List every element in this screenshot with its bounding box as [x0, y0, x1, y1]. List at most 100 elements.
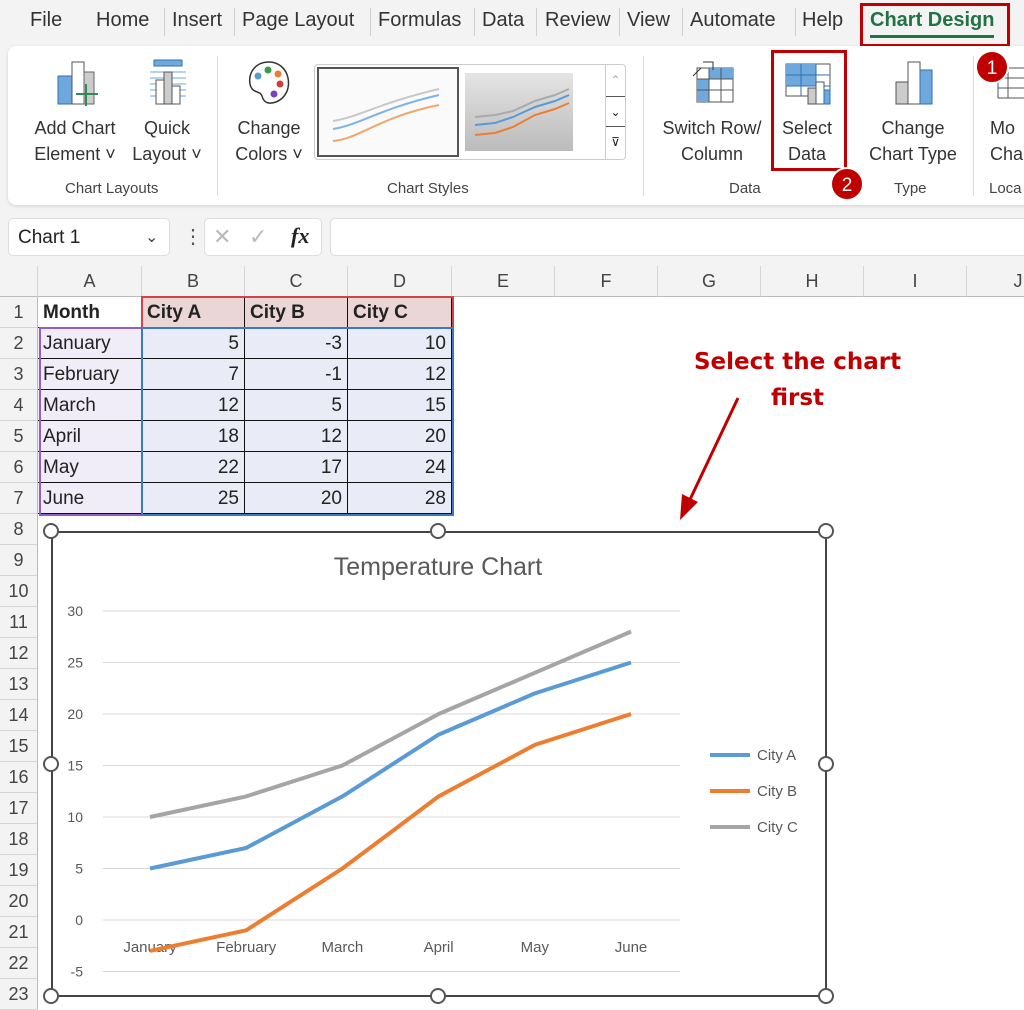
row-header-4[interactable]: 4	[0, 390, 38, 421]
switch-row-column-button[interactable]: Switch Row/ Column	[656, 58, 768, 167]
column-header-J[interactable]: J	[967, 266, 1024, 297]
tab-view[interactable]: View	[627, 9, 670, 32]
tab-page-layout[interactable]: Page Layout	[242, 9, 354, 32]
row-header-5[interactable]: 5	[0, 421, 38, 452]
select-all-corner[interactable]	[0, 266, 38, 297]
annotation-arrow-icon	[660, 390, 760, 530]
y-tick-label: 5	[75, 861, 83, 877]
tab-home[interactable]: Home	[96, 9, 149, 32]
resize-handle[interactable]	[818, 523, 834, 539]
group-label-chart-styles: Chart Styles	[387, 180, 469, 197]
row-header-20[interactable]: 20	[0, 886, 38, 917]
enter-icon[interactable]: ✓	[249, 224, 267, 250]
scroll-down-icon[interactable]: ⌄	[606, 96, 625, 127]
y-tick-label: -5	[71, 964, 84, 980]
quick-layout-button[interactable]: Quick Layout ˅	[132, 58, 202, 167]
column-header-A[interactable]: A	[38, 266, 142, 297]
tab-insert[interactable]: Insert	[172, 9, 222, 32]
tab-help[interactable]: Help	[802, 9, 843, 32]
header-cell[interactable]: Month	[38, 297, 142, 328]
column-header-F[interactable]: F	[555, 266, 658, 297]
resize-handle[interactable]	[818, 988, 834, 1004]
formula-input[interactable]	[330, 218, 1024, 256]
tab-file[interactable]: File	[30, 9, 62, 32]
range-highlight-values	[141, 327, 454, 516]
column-header-E[interactable]: E	[452, 266, 555, 297]
more-options-icon[interactable]: ⋮	[183, 224, 203, 249]
group-label-data: Data	[729, 180, 761, 197]
x-tick-label: April	[424, 939, 454, 956]
tab-automate[interactable]: Automate	[690, 9, 776, 32]
y-tick-label: 30	[67, 603, 83, 619]
row-header-16[interactable]: 16	[0, 762, 38, 793]
row-header-1[interactable]: 1	[0, 297, 38, 328]
column-header-H[interactable]: H	[761, 266, 864, 297]
y-tick-label: 25	[67, 655, 83, 671]
row-header-10[interactable]: 10	[0, 576, 38, 607]
row-header-14[interactable]: 14	[0, 700, 38, 731]
row-header-23[interactable]: 23	[0, 979, 38, 1010]
column-header-D[interactable]: D	[348, 266, 452, 297]
y-tick-label: 20	[67, 706, 83, 722]
chart-plot: -5051015202530JanuaryFebruaryMarchAprilM…	[53, 533, 825, 995]
change-chart-type-icon	[888, 58, 938, 108]
row-header-7[interactable]: 7	[0, 483, 38, 514]
y-tick-label: 15	[67, 758, 83, 774]
legend-label[interactable]: City B	[757, 783, 797, 800]
cancel-icon[interactable]: ✕	[213, 224, 231, 250]
add-chart-element-button[interactable]: Add Chart Element ˅	[26, 58, 124, 167]
highlight-box-select-data	[771, 50, 847, 171]
series-line-city-b[interactable]	[150, 714, 631, 951]
insert-function-icon[interactable]: fx	[291, 223, 309, 249]
chart-style-1-thumbnail[interactable]	[317, 67, 459, 157]
row-header-12[interactable]: 12	[0, 638, 38, 669]
row-header-6[interactable]: 6	[0, 452, 38, 483]
resize-handle[interactable]	[430, 523, 446, 539]
series-line-city-c[interactable]	[150, 632, 631, 817]
row-header-9[interactable]: 9	[0, 545, 38, 576]
row-header-8[interactable]: 8	[0, 514, 38, 545]
column-header-B[interactable]: B	[142, 266, 245, 297]
resize-handle[interactable]	[43, 523, 59, 539]
group-label-location: Loca	[989, 180, 1022, 197]
x-tick-label: May	[521, 939, 550, 956]
row-header-2[interactable]: 2	[0, 328, 38, 359]
row-header-3[interactable]: 3	[0, 359, 38, 390]
row-header-11[interactable]: 11	[0, 607, 38, 638]
name-box[interactable]: Chart 1 ⌄	[8, 218, 170, 256]
resize-handle[interactable]	[818, 756, 834, 772]
range-highlight-series-names	[141, 296, 454, 329]
chart-styles-gallery: ⌃ ⌄ ⊽	[314, 64, 626, 160]
scroll-up-icon[interactable]: ⌃	[606, 65, 625, 96]
chart-style-2-thumbnail[interactable]	[465, 73, 573, 151]
group-label-chart-layouts: Chart Layouts	[65, 180, 158, 197]
row-header-17[interactable]: 17	[0, 793, 38, 824]
change-colors-button[interactable]: Change Colors ˅	[230, 58, 308, 167]
resize-handle[interactable]	[43, 988, 59, 1004]
row-header-22[interactable]: 22	[0, 948, 38, 979]
switch-row-column-icon	[687, 58, 737, 108]
legend-label[interactable]: City C	[757, 819, 798, 836]
gallery-scroll[interactable]: ⌃ ⌄ ⊽	[605, 65, 625, 159]
x-tick-label: June	[615, 939, 648, 956]
row-header-19[interactable]: 19	[0, 855, 38, 886]
group-label-type: Type	[894, 180, 927, 197]
tab-review[interactable]: Review	[545, 9, 611, 32]
column-header-I[interactable]: I	[864, 266, 967, 297]
tab-formulas[interactable]: Formulas	[378, 9, 461, 32]
quick-layout-icon	[142, 58, 192, 108]
legend-label[interactable]: City A	[757, 747, 796, 764]
resize-handle[interactable]	[43, 756, 59, 772]
row-header-15[interactable]: 15	[0, 731, 38, 762]
column-header-C[interactable]: C	[245, 266, 348, 297]
y-tick-label: 0	[75, 912, 83, 928]
row-header-21[interactable]: 21	[0, 917, 38, 948]
column-header-G[interactable]: G	[658, 266, 761, 297]
row-header-13[interactable]: 13	[0, 669, 38, 700]
resize-handle[interactable]	[430, 988, 446, 1004]
more-styles-icon[interactable]: ⊽	[606, 127, 625, 158]
change-chart-type-button[interactable]: Change Chart Type	[862, 58, 964, 167]
chart[interactable]: Temperature Chart -5051015202530JanuaryF…	[51, 531, 827, 997]
row-header-18[interactable]: 18	[0, 824, 38, 855]
tab-data[interactable]: Data	[482, 9, 524, 32]
